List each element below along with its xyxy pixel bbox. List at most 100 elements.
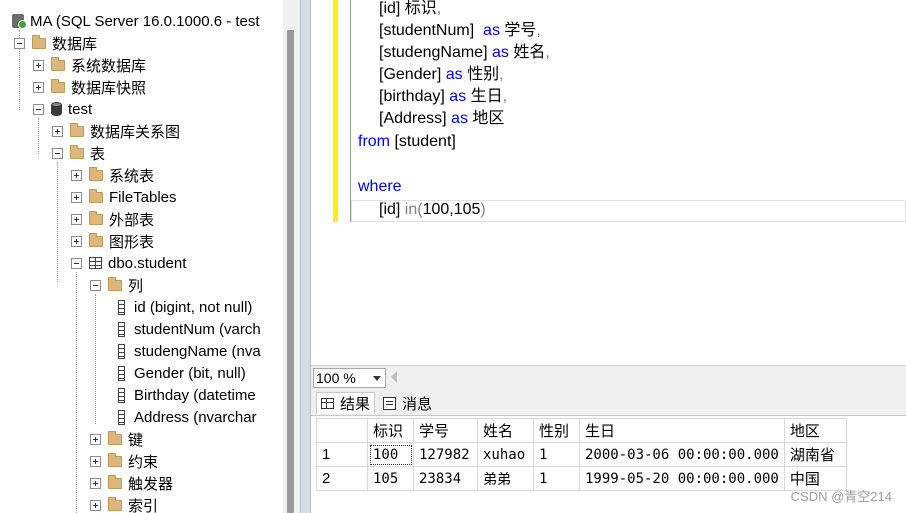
tree-node-filetables[interactable]: FileTables xyxy=(71,186,177,208)
results-grid[interactable]: 标识 学号 姓名 性别 生日 地区 1 100 127982 xuhao 1 2… xyxy=(311,415,906,513)
column-item[interactable]: Gender (bit, null) xyxy=(111,362,246,384)
collapse-icon[interactable] xyxy=(14,37,25,49)
column-item[interactable]: Address (nvarchar xyxy=(111,406,257,428)
table-cell[interactable]: 127982 xyxy=(413,442,478,467)
table-cell[interactable]: 2000-03-06 00:00:00.000 xyxy=(579,442,785,467)
tree-label: 数据库 xyxy=(52,35,98,53)
table-cell[interactable]: 1999-05-20 00:00:00.000 xyxy=(579,466,785,491)
table-cell[interactable]: 100 xyxy=(367,442,414,467)
expand-icon[interactable] xyxy=(90,433,101,445)
folder-icon xyxy=(89,166,103,181)
column-item[interactable]: Birthday (datetime xyxy=(111,384,256,406)
tree-node-columns[interactable]: 列 xyxy=(90,274,143,296)
tree-label: 约束 xyxy=(128,453,159,471)
column-item[interactable]: id (bigint, not null) xyxy=(111,296,252,318)
expand-icon[interactable] xyxy=(90,499,101,511)
code-alias: 标识 xyxy=(400,0,437,17)
table-cell[interactable]: xuhao xyxy=(477,442,534,467)
column-icon xyxy=(118,321,125,337)
tree-node-external-tables[interactable]: 外部表 xyxy=(71,208,154,230)
column-header[interactable]: 标识 xyxy=(367,418,414,443)
column-header[interactable]: 性别 xyxy=(533,418,580,443)
tree-node-system-tables[interactable]: 系统表 xyxy=(71,164,154,186)
zoom-dropdown[interactable]: 100 % xyxy=(313,368,386,388)
row-number[interactable]: 1 xyxy=(316,442,368,467)
editor-status-strip: 100 % xyxy=(311,365,906,389)
pane-splitter[interactable] xyxy=(300,0,311,513)
code-identifier: [id] xyxy=(379,0,401,17)
tree-node-indexes[interactable]: 索引 xyxy=(90,494,158,513)
folder-icon xyxy=(89,188,103,203)
expand-icon[interactable] xyxy=(90,477,101,489)
folder-icon xyxy=(51,56,65,71)
expand-icon[interactable] xyxy=(71,235,82,247)
expand-icon[interactable] xyxy=(33,59,44,71)
chevron-down-icon[interactable] xyxy=(373,376,381,381)
column-icon xyxy=(118,365,125,381)
tree-node-diagrams[interactable]: 数据库关系图 xyxy=(52,120,180,142)
expand-icon[interactable] xyxy=(71,213,82,225)
column-item[interactable]: studentNum (varch xyxy=(111,318,261,340)
table-cell[interactable]: 弟弟 xyxy=(477,466,534,491)
tab-messages[interactable]: 消息 xyxy=(379,392,436,414)
tree-label: FileTables xyxy=(109,188,177,206)
tree-node-system-databases[interactable]: 系统数据库 xyxy=(33,54,146,76)
collapse-icon[interactable] xyxy=(71,257,82,269)
collapse-icon[interactable] xyxy=(52,147,63,159)
code-line: [studentNum] as 学号, xyxy=(379,20,541,42)
expand-icon[interactable] xyxy=(90,455,101,467)
tree-label: 表 xyxy=(90,145,106,163)
tree-node-graph-tables[interactable]: 图形表 xyxy=(71,230,154,252)
folder-icon xyxy=(70,122,84,137)
table-cell[interactable]: 1 xyxy=(533,442,580,467)
code-line: [id] in(100,105) xyxy=(379,199,486,221)
column-item[interactable]: studengName (nva xyxy=(111,340,261,362)
collapse-icon[interactable] xyxy=(90,279,101,291)
column-header[interactable]: 学号 xyxy=(413,418,478,443)
table-row[interactable]: 2 105 23834 弟弟 1 1999-05-20 00:00:00.000… xyxy=(316,466,847,491)
tree-node-keys[interactable]: 键 xyxy=(90,428,143,450)
table-cell[interactable]: 湖南省 xyxy=(783,442,847,467)
tree-node-tables[interactable]: 表 xyxy=(52,142,105,164)
tab-results[interactable]: 结果 xyxy=(316,392,376,414)
watermark: CSDN @青空214 xyxy=(790,489,892,504)
query-editor[interactable]: [id] 标识, [studentNum] as 学号, [studengNam… xyxy=(311,0,906,365)
tree-node-test[interactable]: test xyxy=(33,98,92,120)
folder-icon xyxy=(108,452,122,467)
expand-icon[interactable] xyxy=(33,81,44,93)
tree-node-triggers[interactable]: 触发器 xyxy=(90,472,173,494)
table-cell[interactable]: 1 xyxy=(533,466,580,491)
tree-label: 图形表 xyxy=(109,233,155,251)
explorer-scrollbar-thumb[interactable] xyxy=(287,30,294,513)
expand-icon[interactable] xyxy=(52,125,63,137)
scroll-left-icon[interactable] xyxy=(391,371,397,383)
tree-node-snapshots[interactable]: 数据库快照 xyxy=(33,76,146,98)
code-keyword: as xyxy=(491,44,509,61)
zoom-value: 100 % xyxy=(316,370,356,386)
code-identifier: [studentNum] xyxy=(379,22,475,39)
tree-node-constraints[interactable]: 约束 xyxy=(90,450,158,472)
column-header[interactable]: 地区 xyxy=(783,418,847,443)
row-number-header[interactable] xyxy=(316,418,368,443)
column-header[interactable]: 生日 xyxy=(579,418,785,443)
expand-icon[interactable] xyxy=(71,191,82,203)
code-punct: , xyxy=(545,44,550,61)
column-label: Address (nvarchar xyxy=(134,408,257,426)
column-header[interactable]: 姓名 xyxy=(477,418,534,443)
tree-node-databases[interactable]: 数据库 xyxy=(14,32,97,54)
column-icon xyxy=(118,387,125,403)
code-keyword: as xyxy=(445,66,463,83)
table-cell[interactable]: 105 xyxy=(367,466,414,491)
row-number[interactable]: 2 xyxy=(316,466,368,491)
collapse-icon[interactable] xyxy=(33,103,44,115)
table-row[interactable]: 1 100 127982 xuhao 1 2000-03-06 00:00:00… xyxy=(316,442,847,467)
code-line: [birthday] as 生日, xyxy=(379,86,507,108)
tree-label: 系统数据库 xyxy=(71,57,147,75)
column-icon xyxy=(118,299,125,315)
expand-icon[interactable] xyxy=(71,169,82,181)
tree-guide xyxy=(76,272,77,513)
table-cell[interactable]: 23834 xyxy=(413,466,478,491)
server-node[interactable]: MA (SQL Server 16.0.1000.6 - test xyxy=(5,10,260,32)
tree-node-student-table[interactable]: dbo.student xyxy=(71,252,186,274)
code-alias: 学号 xyxy=(504,22,537,39)
